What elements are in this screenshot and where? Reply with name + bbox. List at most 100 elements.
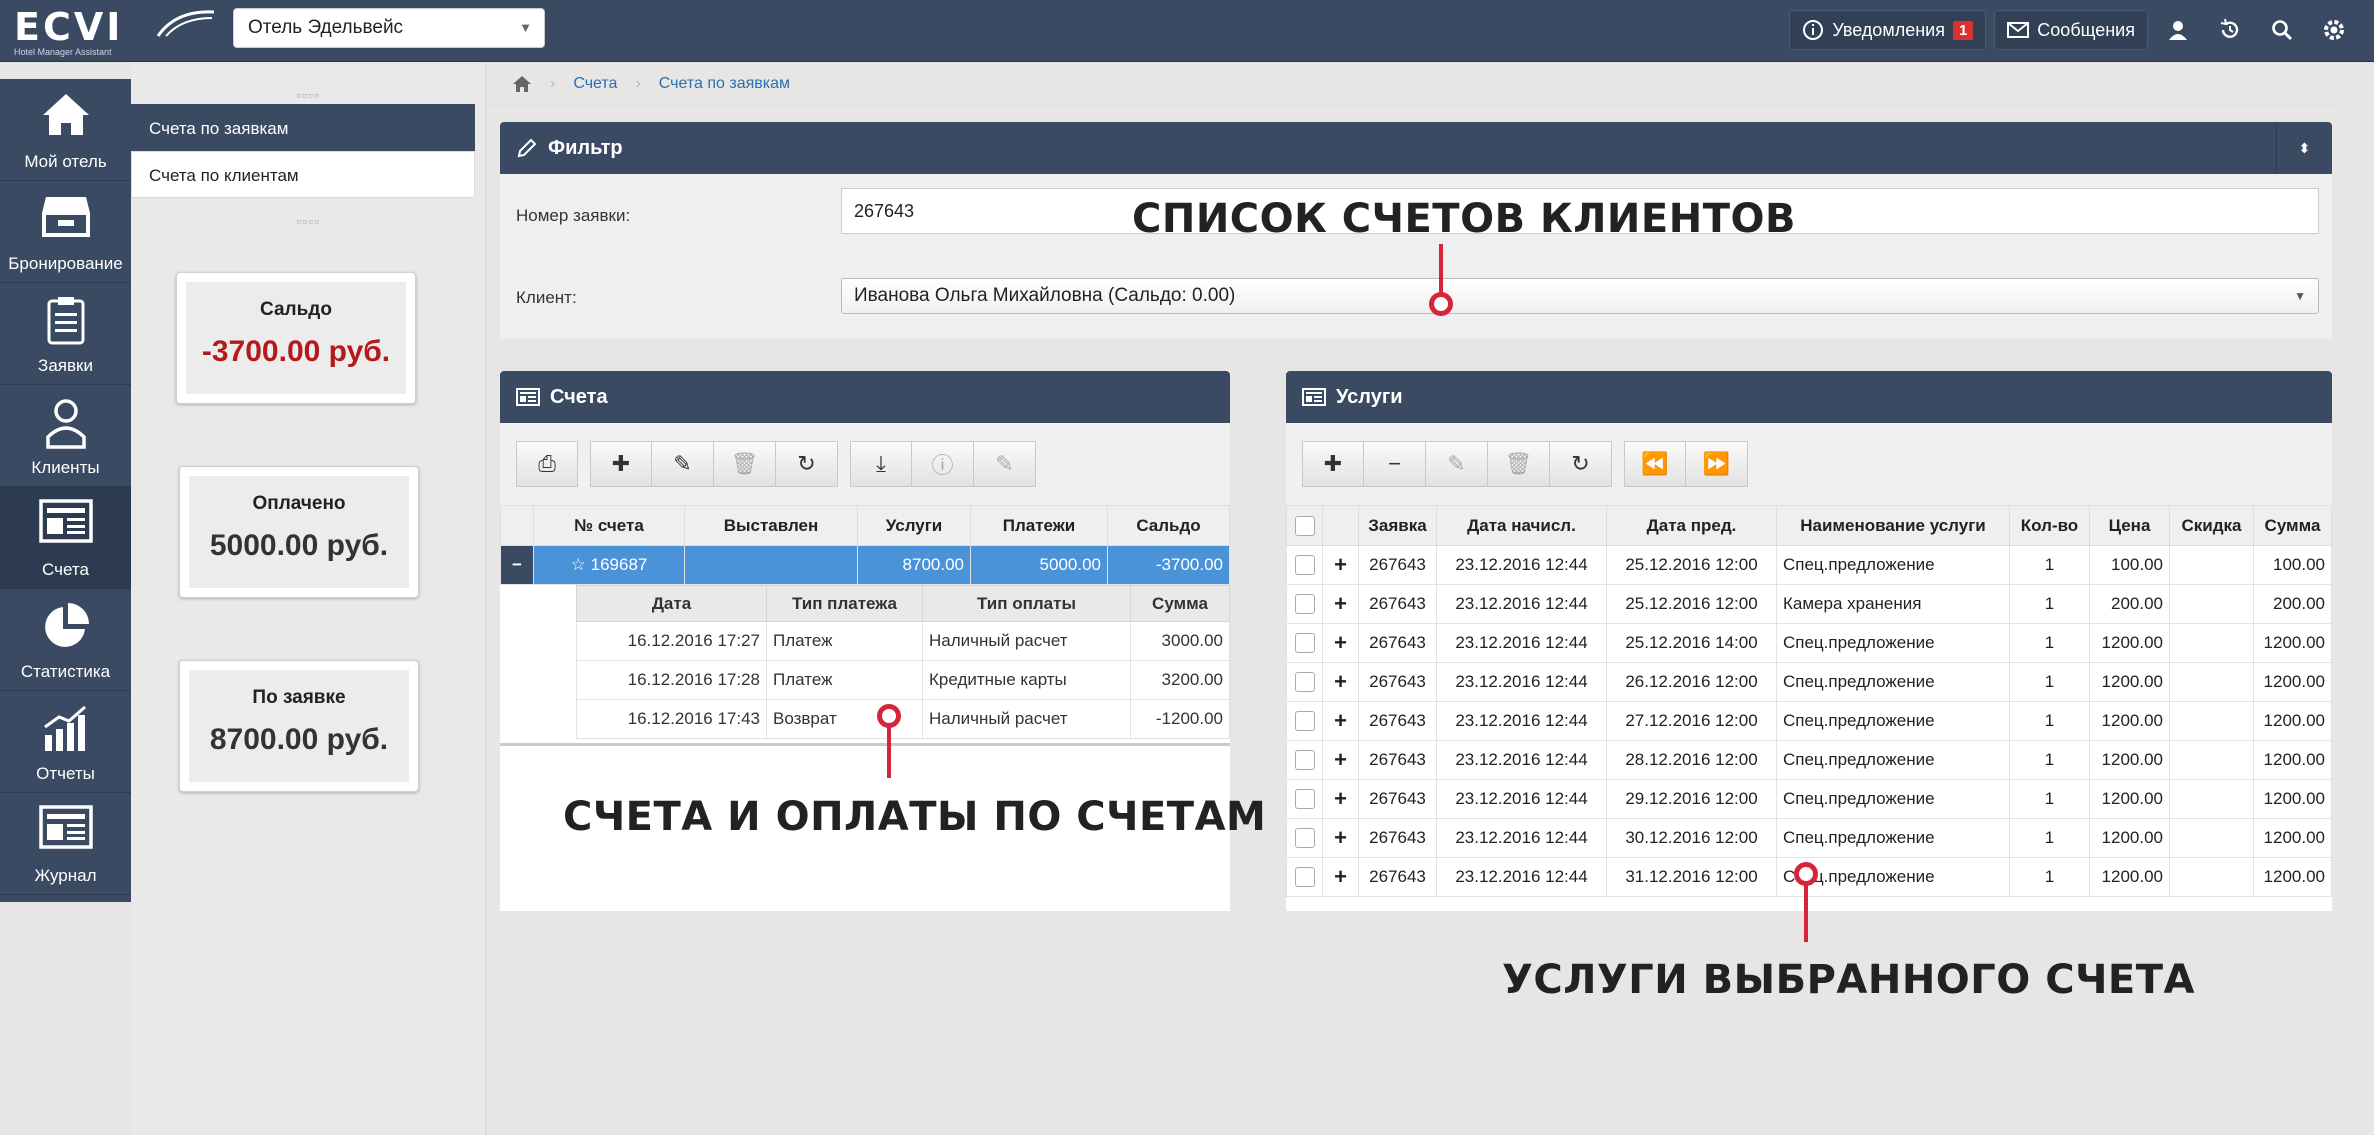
nav-item-statistics[interactable]: Статистика: [0, 589, 131, 691]
expand-row-button[interactable]: +: [1322, 545, 1359, 585]
breadcrumb-item[interactable]: Счета по заявкам: [659, 75, 790, 93]
messages-button[interactable]: Сообщения: [1994, 10, 2148, 50]
row-checkbox[interactable]: [1294, 750, 1315, 771]
drag-handle[interactable]: ▫▫▫▫: [131, 212, 485, 230]
previous-button[interactable]: ⏪: [1624, 441, 1686, 487]
add-button[interactable]: ✚: [590, 441, 652, 487]
table-row[interactable]: +267643 23.12.2016 12:44 25.12.2016 14:00 С…: [1286, 623, 2332, 663]
edit-service-button[interactable]: ✎: [1426, 441, 1488, 487]
expand-row-button[interactable]: +: [1322, 701, 1359, 741]
expand-row-button[interactable]: +: [1322, 662, 1359, 702]
sidebar-item-by-orders[interactable]: Счета по заявкам: [131, 104, 475, 151]
notifications-button[interactable]: Уведомления 1: [1789, 10, 1987, 50]
row-checkbox[interactable]: [1294, 633, 1315, 654]
row-checkbox[interactable]: [1294, 594, 1315, 615]
sidebar-item-by-clients[interactable]: Счета по клиентам: [131, 151, 475, 198]
expand-row-button[interactable]: +: [1322, 818, 1359, 858]
expand-row-button[interactable]: +: [1322, 740, 1359, 780]
column-header[interactable]: Платежи: [970, 505, 1108, 546]
nav-item-my-hotel[interactable]: Мой отель: [0, 79, 131, 181]
history-icon[interactable]: [2208, 10, 2252, 50]
edit-button[interactable]: ✎: [652, 441, 714, 487]
table-row[interactable]: 16.12.2016 17:27 Платеж Наличный расчет …: [576, 621, 1230, 661]
expand-row-button[interactable]: +: [1322, 779, 1359, 819]
column-header[interactable]: № счета: [533, 505, 685, 546]
gear-icon[interactable]: [2312, 10, 2356, 50]
row-checkbox[interactable]: [1294, 828, 1315, 849]
order-number-label: Номер заявки:: [516, 206, 631, 225]
client-select[interactable]: Иванова Ольга Михайловна (Сальдо: 0.00) …: [841, 278, 2319, 314]
column-header[interactable]: Наименование услуги: [1776, 505, 2010, 546]
delete-button[interactable]: 🗑: [714, 441, 776, 487]
column-header[interactable]: Скидка: [2169, 505, 2254, 546]
row-checkbox[interactable]: [1294, 672, 1315, 693]
edit-payment-button[interactable]: ✎: [974, 441, 1036, 487]
nav-item-clients[interactable]: Клиенты: [0, 385, 131, 487]
table-row[interactable]: 16.12.2016 17:28 Платеж Кредитные карты …: [576, 660, 1230, 700]
next-button[interactable]: ⏩: [1686, 441, 1748, 487]
download-button[interactable]: ⤓: [850, 441, 912, 487]
sum-cell: 1200.00: [2253, 623, 2332, 663]
remove-service-button[interactable]: −: [1364, 441, 1426, 487]
column-header[interactable]: Дата: [576, 585, 767, 622]
column-header[interactable]: Тип оплаты: [922, 585, 1131, 622]
column-header[interactable]: Цена: [2089, 505, 2170, 546]
table-row[interactable]: +267643 23.12.2016 12:44 28.12.2016 12:00 С…: [1286, 740, 2332, 780]
payment-amount: 3000.00: [1130, 621, 1230, 661]
column-header[interactable]: Дата начисл.: [1436, 505, 1607, 546]
add-service-button[interactable]: ✚: [1302, 441, 1364, 487]
expand-row-button[interactable]: +: [1322, 857, 1359, 897]
column-header[interactable]: Кол-во: [2009, 505, 2090, 546]
column-header[interactable]: Заявка: [1358, 505, 1437, 546]
payment-date: 16.12.2016 17:28: [576, 660, 767, 700]
column-header[interactable]: Выставлен: [684, 505, 858, 546]
column-header[interactable]: Сумма: [1130, 585, 1230, 622]
row-checkbox[interactable]: [1294, 789, 1315, 810]
table-row[interactable]: +267643 23.12.2016 12:44 27.12.2016 12:00 С…: [1286, 701, 2332, 741]
table-row[interactable]: +267643 23.12.2016 12:44 29.12.2016 12:00 С…: [1286, 779, 2332, 819]
search-icon[interactable]: [2260, 10, 2304, 50]
order-cell: 267643: [1358, 545, 1437, 585]
hotel-select[interactable]: Отель Эдельвейс ▼: [233, 8, 545, 48]
home-icon[interactable]: [512, 75, 532, 93]
nav-item-accounts[interactable]: Счета: [0, 487, 134, 589]
row-checkbox[interactable]: [1294, 867, 1315, 888]
column-header[interactable]: Услуги: [857, 505, 971, 546]
column-header[interactable]: Тип платежа: [766, 585, 923, 622]
print-button[interactable]: ⎙: [516, 441, 578, 487]
select-all-checkbox[interactable]: [1294, 515, 1315, 536]
table-row[interactable]: 16.12.2016 17:43 Возврат Наличный расчет…: [576, 699, 1230, 739]
expand-row-button[interactable]: +: [1322, 623, 1359, 663]
column-header[interactable]: Сальдо: [1107, 505, 1230, 546]
table-row[interactable]: +267643 23.12.2016 12:44 25.12.2016 12:00 К…: [1286, 584, 2332, 624]
nav-item-booking[interactable]: Бронирование: [0, 181, 131, 283]
breadcrumb-item[interactable]: Счета: [573, 75, 617, 93]
drag-handle[interactable]: ▫▫▫▫: [131, 86, 485, 104]
column-header[interactable]: Сумма: [2253, 505, 2332, 546]
nav-item-journal[interactable]: Журнал: [0, 793, 131, 895]
table-row[interactable]: +267643 23.12.2016 12:44 25.12.2016 12:00 С…: [1286, 545, 2332, 585]
print-icon: ⎙: [538, 451, 556, 476]
info-button[interactable]: ⓘ: [912, 441, 974, 487]
star-icon[interactable]: ☆: [571, 555, 586, 574]
service-name-cell: Спец.предложение: [1776, 818, 2010, 858]
service-name-cell: Камера хранения: [1776, 584, 2010, 624]
user-profile-icon[interactable]: [2156, 10, 2200, 50]
nav-item-orders[interactable]: Заявки: [0, 283, 131, 385]
collapse-row-button[interactable]: −: [500, 545, 534, 585]
delete-service-button[interactable]: 🗑: [1488, 441, 1550, 487]
row-checkbox[interactable]: [1294, 711, 1315, 732]
logo[interactable]: ECVI Hotel Manager Assistant: [14, 8, 215, 57]
refresh-button[interactable]: ↻: [776, 441, 838, 487]
quantity-cell: 1: [2009, 623, 2090, 663]
annotation-pin-line: [1804, 880, 1808, 942]
table-row[interactable]: +267643 23.12.2016 12:44 30.12.2016 12:00 С…: [1286, 818, 2332, 858]
collapse-toggle-icon[interactable]: ⬍: [2276, 122, 2332, 174]
nav-item-reports[interactable]: Отчеты: [0, 691, 131, 793]
refresh-services-button[interactable]: ↻: [1550, 441, 1612, 487]
row-checkbox[interactable]: [1294, 555, 1315, 576]
table-row[interactable]: − ☆ 169687 8700.00 5000.00 -3700.00: [500, 545, 1230, 585]
column-header[interactable]: Дата пред.: [1606, 505, 1777, 546]
table-row[interactable]: +267643 23.12.2016 12:44 26.12.2016 12:00 С…: [1286, 662, 2332, 702]
expand-row-button[interactable]: +: [1322, 584, 1359, 624]
